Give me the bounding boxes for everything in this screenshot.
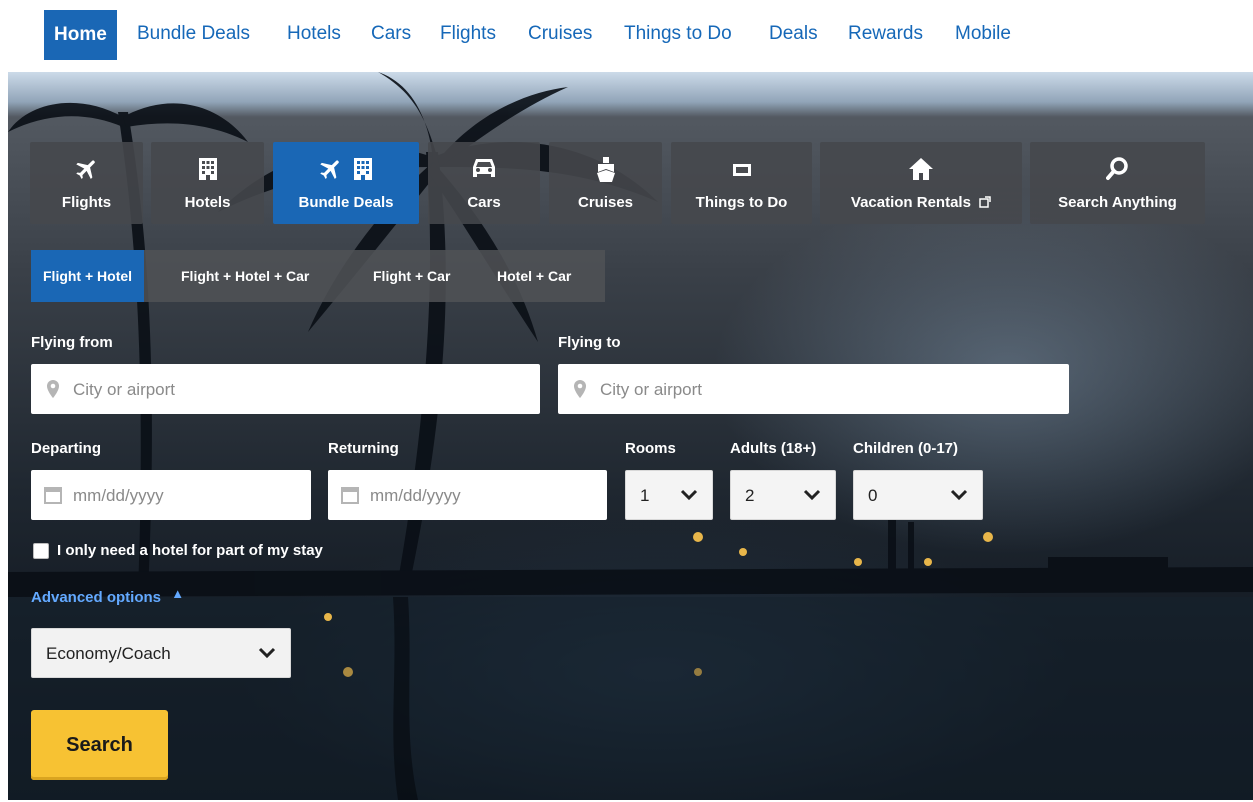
adults-select[interactable]: 2: [730, 470, 836, 520]
house-icon: [909, 158, 933, 180]
departing-field[interactable]: [31, 470, 311, 522]
map-pin-icon: [574, 380, 586, 398]
product-tab-label: Cruises: [577, 194, 634, 211]
departing-label: Departing: [31, 440, 102, 457]
children-select[interactable]: 0: [853, 470, 983, 520]
hero-search-panel: Flights Hotels Bundle Deals Cars Cruises…: [8, 72, 1253, 800]
external-link-icon: [979, 196, 991, 208]
chevron-down-icon: [680, 489, 698, 501]
advanced-options-label: Advanced options: [31, 589, 162, 606]
nav-cars[interactable]: Cars: [371, 10, 411, 58]
rooms-label: Rooms: [625, 440, 676, 457]
adults-value: 2: [745, 486, 755, 505]
flying-to-label: Flying to: [558, 334, 621, 351]
nav-bundle-deals[interactable]: Bundle Deals: [137, 10, 250, 58]
product-tab-label: Bundle Deals: [298, 194, 394, 211]
car-icon: [473, 159, 495, 177]
nav-deals[interactable]: Deals: [769, 10, 818, 58]
building-icon: [354, 158, 372, 180]
nav-mobile[interactable]: Mobile: [955, 10, 1011, 58]
search-button[interactable]: Search: [31, 710, 168, 780]
subtab-flight-hotel-car[interactable]: Flight + Hotel + Car: [181, 250, 309, 302]
chevron-up-icon: ▲: [171, 586, 185, 601]
partial-stay-checkbox[interactable]: [33, 543, 49, 559]
flying-from-label: Flying from: [31, 334, 113, 351]
cabin-class-select[interactable]: Economy/Coach: [31, 628, 291, 678]
adults-label: Adults (18+): [730, 440, 817, 457]
departing-input[interactable]: [71, 470, 305, 522]
plane-icon: [320, 160, 339, 179]
product-tab-search-anything[interactable]: Search Anything: [1030, 142, 1205, 224]
nav-flights[interactable]: Flights: [440, 10, 496, 58]
partial-stay-label[interactable]: I only need a hotel for part of my stay: [57, 540, 323, 562]
calendar-icon: [341, 487, 359, 504]
rooms-select[interactable]: 1: [625, 470, 713, 520]
ticket-icon: [732, 164, 751, 176]
flying-from-field[interactable]: [31, 364, 540, 416]
product-tab-label: Search Anything: [1058, 194, 1177, 211]
returning-label: Returning: [328, 440, 399, 457]
product-tab-things-to-do[interactable]: Things to Do: [671, 142, 812, 224]
chevron-down-icon: [950, 489, 968, 501]
subtab-flight-hotel[interactable]: Flight + Hotel: [31, 250, 145, 302]
cabin-class-value: Economy/Coach: [46, 644, 171, 663]
product-tab-bundle-deals[interactable]: Bundle Deals: [273, 142, 419, 224]
product-tab-label: Hotels: [184, 194, 231, 211]
building-icon: [198, 158, 217, 180]
children-label: Children (0-17): [853, 440, 959, 457]
plane-icon: [75, 160, 95, 179]
bundle-type-tabs: Flight + Hotel Flight + Hotel + Car Flig…: [31, 250, 605, 302]
nav-home[interactable]: Home: [44, 10, 117, 60]
product-tab-label-text: Vacation Rentals: [850, 194, 971, 211]
flying-from-input[interactable]: [71, 364, 534, 416]
rooms-value: 1: [640, 486, 650, 505]
magnifier-icon: [1105, 157, 1128, 180]
nav-hotels[interactable]: Hotels: [287, 10, 341, 58]
flying-to-input[interactable]: [598, 364, 1063, 416]
product-tab-cars[interactable]: Cars: [428, 142, 540, 224]
product-tab-cruises[interactable]: Cruises: [549, 142, 662, 224]
flying-to-field[interactable]: [558, 364, 1069, 416]
product-tab-label: Cars: [467, 194, 501, 211]
map-pin-icon: [47, 380, 59, 398]
calendar-icon: [44, 487, 62, 504]
top-navigation: Home Bundle Deals Hotels Cars Flights Cr…: [0, 0, 1253, 72]
returning-input[interactable]: [368, 470, 601, 522]
chevron-down-icon: [258, 647, 276, 659]
product-tab-vacation-rentals[interactable]: Vacation Rentals: [820, 142, 1022, 224]
advanced-options-toggle[interactable]: Advanced options ▲: [31, 586, 184, 606]
nav-rewards[interactable]: Rewards: [848, 10, 923, 58]
product-tab-label: Vacation Rentals: [820, 194, 1022, 211]
returning-field[interactable]: [328, 470, 607, 522]
subtab-flight-car[interactable]: Flight + Car: [373, 250, 450, 302]
product-tab-label: Things to Do: [695, 194, 788, 211]
subtab-hotel-car[interactable]: Hotel + Car: [497, 250, 571, 302]
nav-things-to-do[interactable]: Things to Do: [624, 10, 732, 58]
chevron-down-icon: [803, 489, 821, 501]
nav-cruises[interactable]: Cruises: [528, 10, 592, 58]
product-tab-hotels[interactable]: Hotels: [151, 142, 264, 224]
ship-icon: [596, 157, 615, 182]
product-tab-flights[interactable]: Flights: [30, 142, 143, 224]
children-value: 0: [868, 486, 878, 505]
product-tab-label: Flights: [61, 194, 112, 211]
